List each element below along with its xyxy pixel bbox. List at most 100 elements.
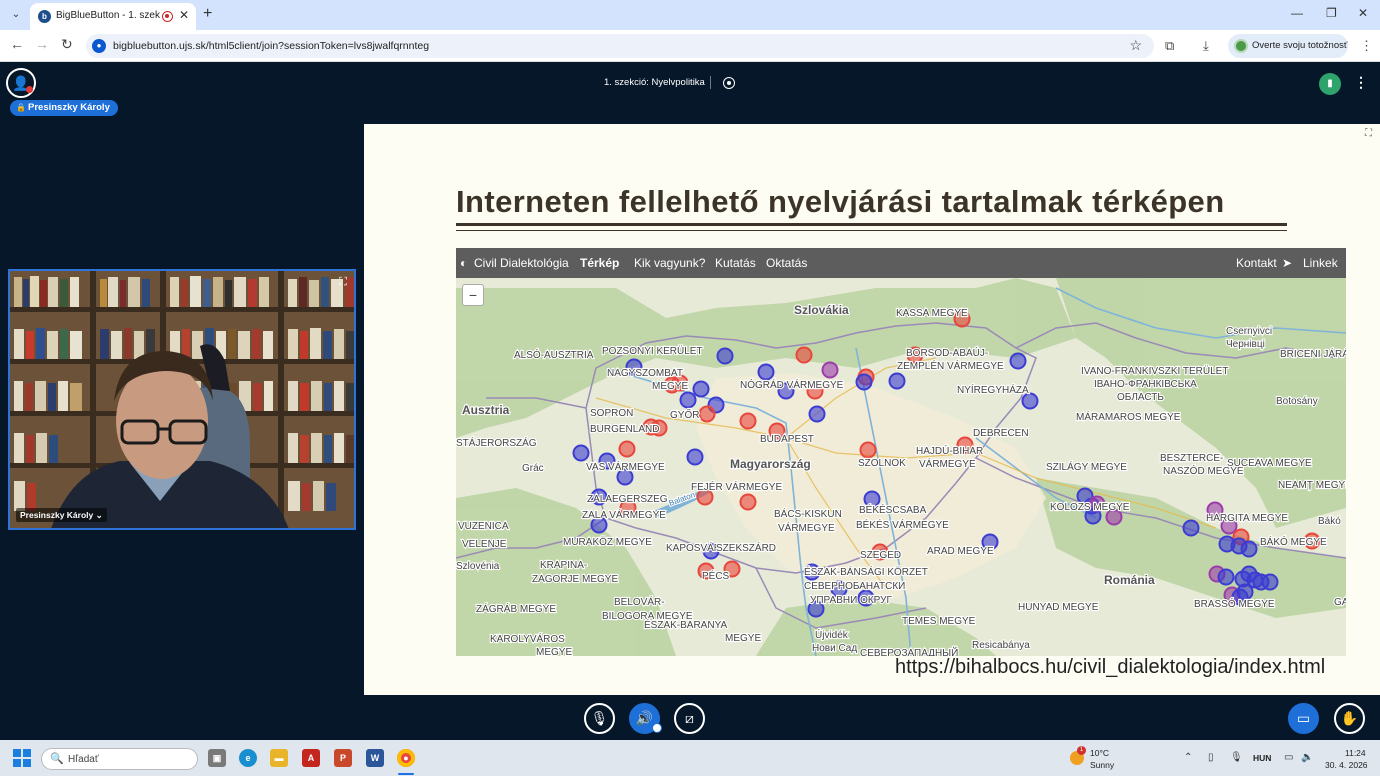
map-label: VÁRMEGYE [778,521,835,534]
tab-close-icon[interactable]: ✕ [179,8,189,22]
taskbar-search-input[interactable]: 🔍 Hľadať [41,748,198,770]
map-label: СЕВЕРНОБАНАТСКИ [804,581,905,592]
chrome-icon[interactable]: ● [397,749,415,767]
map-label: PÉCS [702,569,730,582]
map-label: ÉSZAK-BARANYA [644,618,727,631]
map-label: Újvidék [815,628,849,641]
downloads-icon[interactable]: ⤓ [1203,38,1209,54]
network-icon[interactable]: ▭ [1284,752,1293,763]
map-nav-item[interactable]: Linkek [1303,256,1338,270]
map-label: Csernyivci [1226,326,1272,337]
reload-icon[interactable]: ↻ [61,36,73,53]
clock-time[interactable]: 11:24 [1345,748,1366,758]
input-language[interactable]: HUN [1253,753,1271,763]
map-label: ÉSZAK-BÁNSÁGI KÖRZET [804,565,928,578]
restore-icon[interactable]: ❐ [1326,6,1337,20]
map-label: NEAMȚ MEGYE [1278,480,1346,491]
map-site-navbar: ◐ Civil Dialektológia Térkép Kik vagyunk… [456,248,1346,278]
map-label: STÁJERORSZÁG [456,436,537,449]
map-label: BÁCS-KISKUN [774,507,842,520]
clock-date[interactable]: 30. 4. 2026 [1325,760,1368,770]
presentation-area[interactable]: ⛶ Interneten fellelhető nyelvjárási tart… [364,124,1380,695]
task-view-icon[interactable]: ▣ [208,749,226,767]
share-camera-button[interactable]: ⧄ [674,703,705,734]
usb-device-icon[interactable]: ▯ [1208,752,1214,763]
audio-settings-chevron-icon[interactable] [652,723,662,733]
acrobat-icon[interactable]: A [302,749,320,767]
presentation-fullscreen-icon[interactable]: ⛶ [1365,128,1372,139]
edge-icon[interactable]: e [239,749,257,767]
mute-microphone-button[interactable]: 🎙 [584,703,615,734]
map-label: Чернівці [1226,339,1265,350]
presenter-name: Presinszky Károly [28,102,110,113]
title-separator [710,76,711,89]
windows-start-icon[interactable] [13,749,31,767]
map-nav-item[interactable]: Kontakt [1236,256,1277,270]
webcam-fullscreen-icon[interactable]: ⛶ [336,275,350,289]
map-label: ZEMPLÉN VÁRMEGYE [897,359,1004,372]
verify-identity-label: Overte svoju totožnosť [1252,40,1348,51]
back-arrow-icon[interactable]: ← [10,36,24,52]
browser-tab[interactable]: b BigBlueButton - 1. szekció: Ny ✕ [30,3,196,30]
browser-menu-icon[interactable]: ⋮ [1360,38,1373,54]
raise-hand-button[interactable]: ✋ [1334,703,1365,734]
map-label: ZÁGRÁB MEGYE [476,602,556,615]
recording-indicator-icon[interactable] [723,77,735,89]
extensions-icon[interactable]: ⧉ [1165,38,1174,54]
map-label: Magyarország [730,457,811,471]
map-label: BÁKÓ MEGYE [1260,535,1327,548]
webcam-video[interactable]: ⛶ Presinszky Károly ⌄ [8,269,356,530]
map-label: ALSÓ-AUSZTRIA [514,348,594,361]
show-hidden-icons-chevron-icon[interactable]: ⌃ [1184,752,1192,763]
brand-logo-icon: ◐ [460,256,468,270]
map-nav-item[interactable]: Kutatás [715,256,756,270]
verify-identity-button[interactable]: Overte svoju totožnosť [1228,34,1348,58]
map-label: SZEKSZÁRD [716,541,776,554]
tab-search-chevron-icon[interactable]: ⌄ [6,5,26,25]
map-label: BORSOD-ABAÚJ- [906,346,988,359]
connection-status-icon[interactable]: ▮ [1319,73,1341,95]
webcam-user-name[interactable]: Presinszky Károly ⌄ [16,508,107,522]
map-nav-item[interactable]: Térkép [580,256,619,270]
word-icon[interactable]: W [366,749,384,767]
map-label: SZEGED [860,550,901,561]
address-bar[interactable]: ● bigbluebutton.ujs.sk/html5client/join?… [86,34,1154,58]
title-underline [456,223,1287,226]
map-label: NYÍREGYHÁZA [957,383,1029,396]
map-label: MEGYE [536,647,572,656]
map-label: VÁRMEGYE [919,457,976,470]
url-text[interactable]: bigbluebutton.ujs.sk/html5client/join?se… [113,40,429,52]
options-menu-icon[interactable]: ⋮ [1354,74,1368,91]
tab-title: BigBlueButton - 1. szekció: Ny [56,10,160,21]
map-brand[interactable]: Civil Dialektológia [474,256,569,270]
volume-icon[interactable]: 🔈 [1301,752,1313,763]
map-label: BÉKÉS VÁRMEGYE [856,518,949,531]
weather-temperature[interactable]: 10°C [1090,748,1109,758]
close-window-icon[interactable]: ✕ [1358,6,1368,20]
microphone-tray-icon[interactable]: 🎙 [1230,752,1243,763]
map-zoom-out-button[interactable]: − [462,284,484,306]
presentation-toggle-button[interactable]: ▭ [1288,703,1319,734]
powerpoint-icon[interactable]: P [334,749,352,767]
map-label: HAJDÚ-BIHAR [916,444,983,457]
map-label: Bákó [1318,516,1341,527]
map-nav-item[interactable]: Kik vagyunk? [634,256,705,270]
search-placeholder: Hľadať [68,754,99,765]
minimize-icon[interactable]: — [1291,6,1303,20]
map-label: SOPRON [590,408,633,419]
map-label: Нови Сад [812,643,857,654]
new-tab-plus-icon[interactable]: + [203,5,212,23]
site-info-icon[interactable]: ● [92,39,106,53]
map-label: SUCEAVA MEGYE [1227,458,1312,469]
map-label: DEBRECEN [973,428,1029,439]
map-label: TEMES MEGYE [902,616,976,627]
user-list-toggle-button[interactable]: 👤 [6,68,36,98]
map-label: СЕВЕРОЗАПАДНЫЙ [860,646,958,656]
map-label: NAGYSZOMBAT [607,368,683,379]
weather-condition[interactable]: Sunny [1090,760,1114,770]
forward-arrow-icon[interactable]: → [35,36,49,52]
bookmark-star-icon[interactable]: ☆ [1129,37,1142,54]
map-nav-item[interactable]: Oktatás [766,256,807,270]
map-label: BURGENLAND [590,424,659,435]
file-explorer-icon[interactable]: ▬ [270,749,288,767]
